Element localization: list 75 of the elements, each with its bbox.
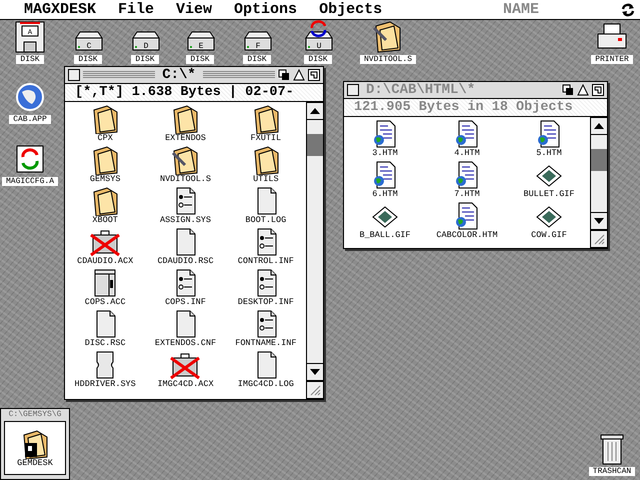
down-triangle-icon bbox=[310, 369, 320, 375]
up-triangle-icon bbox=[310, 108, 320, 114]
resize-handle[interactable] bbox=[307, 381, 323, 399]
file-label: CONTROL.INF bbox=[238, 257, 294, 266]
file-label: CPX bbox=[98, 134, 113, 143]
sync-icon[interactable] bbox=[621, 2, 635, 16]
down-triangle-icon bbox=[594, 218, 604, 224]
file-label: COPS.ACC bbox=[84, 298, 126, 307]
file-label: CABCOLOR.HTM bbox=[436, 231, 498, 240]
icon-label: PRINTER bbox=[591, 55, 633, 64]
file-label: DISC.RSC bbox=[84, 339, 126, 348]
file-label: GEMDESK bbox=[17, 458, 53, 468]
icon-label: DISK bbox=[243, 55, 271, 64]
scroll-thumb[interactable] bbox=[591, 149, 607, 171]
icon-label: CAB.APP bbox=[9, 115, 51, 124]
scroll-thumb[interactable] bbox=[307, 134, 323, 156]
file-label: BOOT.LOG bbox=[245, 216, 286, 225]
scroll-down-button[interactable] bbox=[591, 212, 607, 230]
file-label: 6.HTM bbox=[372, 190, 398, 199]
file-label: 4.HTM bbox=[454, 149, 480, 158]
info-bar: 121.905 Bytes in 18 Objects bbox=[344, 99, 607, 117]
triangle-icon[interactable] bbox=[293, 69, 306, 81]
file-label: EXTENDOS bbox=[165, 134, 206, 143]
file-label: EXTENDOS.CNF bbox=[154, 339, 216, 348]
fullscreen-icon[interactable] bbox=[308, 69, 320, 81]
icon-label: TRASHCAN bbox=[588, 467, 636, 476]
iconify-icon[interactable] bbox=[562, 84, 574, 96]
file-label: CDAUDIO.RSC bbox=[157, 257, 214, 266]
user-name: NAME bbox=[502, 1, 539, 18]
file-label: COW.GIF bbox=[531, 231, 567, 240]
file-label: ASSIGN.SYS bbox=[160, 216, 211, 225]
menu-item[interactable]: MAGXDESK bbox=[0, 0, 108, 19]
file-label: GEMSYS bbox=[90, 175, 120, 184]
file-label: FONTNAME.INF bbox=[235, 339, 296, 348]
icon-label: NVDITOOL.S bbox=[360, 55, 416, 64]
file-label: FXUTIL bbox=[250, 134, 282, 143]
file-label: 3.HTM bbox=[372, 149, 398, 158]
file-label: NVDITOOL.S bbox=[160, 175, 211, 184]
close-button[interactable] bbox=[347, 84, 359, 96]
resize-handle[interactable] bbox=[591, 230, 607, 248]
close-button[interactable] bbox=[68, 69, 80, 81]
file-label: COPS.INF bbox=[165, 298, 206, 307]
fullscreen-icon[interactable] bbox=[592, 84, 604, 96]
file-label: CDAUDIO.ACX bbox=[77, 257, 134, 266]
icon-label: DISK bbox=[16, 55, 44, 64]
iconified-window[interactable]: C:\GEMSYS\G GEMDESK bbox=[0, 408, 70, 480]
file-label: IMGC4CD.LOG bbox=[238, 380, 294, 389]
menu-item[interactable]: Options bbox=[223, 0, 308, 19]
menu-item[interactable]: View bbox=[165, 0, 224, 19]
window-title: D:\CAB\HTML\* bbox=[365, 82, 476, 98]
iconify-icon[interactable] bbox=[278, 69, 290, 81]
icon-label: DISK bbox=[304, 55, 332, 64]
file-label: 5.HTM bbox=[536, 149, 562, 158]
menu-item[interactable]: File bbox=[107, 0, 166, 19]
window-title: C:\* bbox=[161, 67, 197, 83]
icon-label: DISK bbox=[74, 55, 102, 64]
triangle-icon[interactable] bbox=[577, 84, 589, 96]
scroll-up-button[interactable] bbox=[591, 117, 607, 135]
icon-label: DISK bbox=[131, 55, 159, 64]
file-label: IMGC4CD.ACX bbox=[157, 380, 214, 389]
file-label: HDDRIVER.SYS bbox=[74, 380, 136, 389]
menu-item[interactable]: Objects bbox=[308, 0, 394, 19]
file-label: B_BALL.GIF bbox=[359, 231, 410, 240]
scroll-down-button[interactable] bbox=[307, 363, 323, 381]
file-label: UTILS bbox=[253, 175, 279, 184]
scroll-up-button[interactable] bbox=[307, 102, 323, 120]
file-label: BULLET.GIF bbox=[523, 190, 574, 199]
file-label: XBOOT bbox=[92, 216, 118, 225]
icon-label: DISK bbox=[186, 55, 214, 64]
up-triangle-icon bbox=[594, 123, 604, 129]
window-title: C:\GEMSYS\G bbox=[8, 409, 62, 421]
file-label: DESKTOP.INF bbox=[238, 298, 294, 307]
icon-label: MAGICCFG.A bbox=[2, 177, 58, 186]
file-label: 7.HTM bbox=[454, 190, 480, 199]
info-bar: [*,T*] 1.638 Bytes | 02-07- bbox=[65, 84, 323, 102]
